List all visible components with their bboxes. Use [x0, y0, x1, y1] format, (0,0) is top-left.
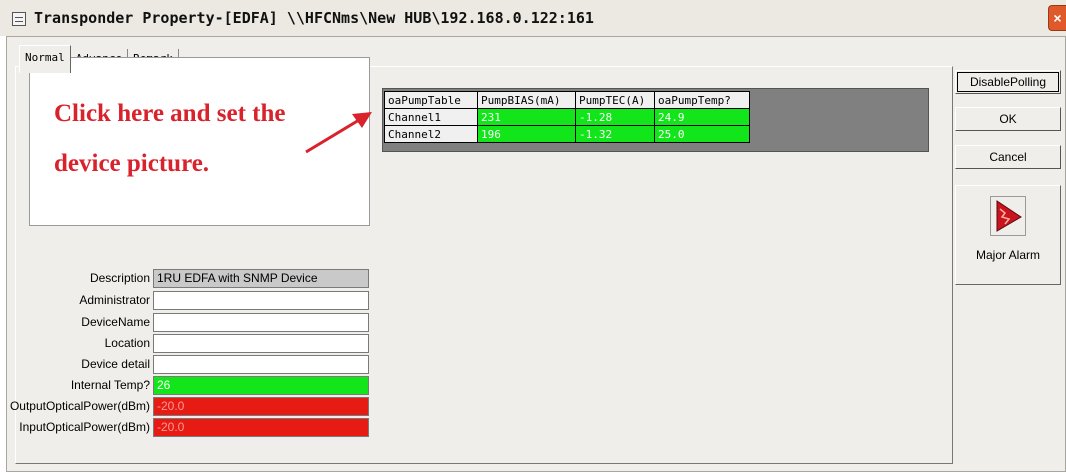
- prop-row-output-optical-power: OutputOpticalPower(dBm) -20.0: [0, 397, 370, 416]
- prop-row-devicename: DeviceName: [0, 313, 370, 332]
- description-field[interactable]: 1RU EDFA with SNMP Device: [153, 269, 369, 288]
- prop-row-input-optical-power: InputOpticalPower(dBm) -20.0: [0, 418, 370, 437]
- prop-row-internal-temp: Internal Temp? 26: [0, 376, 370, 395]
- devicename-label: DeviceName: [81, 315, 150, 329]
- row-header-cell[interactable]: Channel2: [384, 125, 478, 143]
- device-detail-field[interactable]: [153, 355, 369, 374]
- header-cell[interactable]: PumpTEC(A): [575, 91, 655, 109]
- temp-cell[interactable]: 25.0: [654, 125, 750, 143]
- prop-row-administrator: Administrator: [0, 291, 370, 310]
- output-optical-power-label: OutputOpticalPower(dBm): [9, 399, 150, 413]
- header-cell[interactable]: oaPumpTemp?: [654, 91, 750, 109]
- prop-row-device-detail: Device detail: [0, 355, 370, 374]
- devicename-field[interactable]: [153, 313, 369, 332]
- administrator-label: Administrator: [79, 293, 150, 307]
- table-row[interactable]: Channel2 196 -1.32 25.0: [384, 125, 750, 143]
- input-optical-power-field: -20.0: [153, 418, 369, 437]
- tec-cell[interactable]: -1.28: [575, 108, 655, 126]
- temp-cell[interactable]: 24.9: [654, 108, 750, 126]
- ok-button[interactable]: OK: [955, 107, 1061, 131]
- table-header-row: oaPumpTable PumpBIAS(mA) PumpTEC(A) oaPu…: [384, 91, 750, 109]
- window-title: Transponder Property-[EDFA] \\HFCNms\New…: [34, 9, 594, 27]
- row-header-cell[interactable]: Channel1: [384, 108, 478, 126]
- alarm-label: Major Alarm: [975, 248, 1040, 262]
- prop-row-description: Description 1RU EDFA with SNMP Device: [0, 269, 370, 288]
- window-icon: [12, 12, 26, 26]
- major-alarm-icon[interactable]: [990, 196, 1026, 236]
- administrator-field[interactable]: [153, 291, 369, 310]
- prop-row-location: Location: [0, 334, 370, 353]
- bias-cell[interactable]: 231: [477, 108, 576, 126]
- tec-cell[interactable]: -1.32: [575, 125, 655, 143]
- header-cell[interactable]: PumpBIAS(mA): [477, 91, 576, 109]
- header-cell[interactable]: oaPumpTable: [384, 91, 478, 109]
- pump-table-panel: oaPumpTable PumpBIAS(mA) PumpTEC(A) oaPu…: [382, 88, 929, 152]
- output-optical-power-field: -20.0: [153, 397, 369, 416]
- internal-temp-field: 26: [153, 376, 369, 395]
- close-button[interactable]: ×: [1048, 5, 1066, 31]
- alarm-status-panel: Major Alarm: [955, 185, 1061, 285]
- alarm-triangle-icon: [996, 200, 1022, 232]
- input-optical-power-label: InputOpticalPower(dBm): [19, 420, 150, 434]
- table-row[interactable]: Channel1 231 -1.28 24.9: [384, 108, 750, 126]
- picture-hint-line1: Click here and set the: [54, 100, 286, 127]
- device-detail-label: Device detail: [81, 357, 150, 371]
- description-label: Description: [89, 271, 150, 285]
- bias-cell[interactable]: 196: [477, 125, 576, 143]
- picture-hint-line2: device picture.: [54, 150, 210, 177]
- cancel-button[interactable]: Cancel: [955, 145, 1061, 169]
- location-field[interactable]: [153, 334, 369, 353]
- title-bar: Transponder Property-[EDFA] \\HFCNms\New…: [0, 0, 1066, 36]
- device-picture[interactable]: Click here and set the device picture.: [29, 57, 370, 226]
- location-label: Location: [104, 336, 150, 350]
- disable-polling-button[interactable]: DisablePolling: [955, 70, 1061, 94]
- pump-table: oaPumpTable PumpBIAS(mA) PumpTEC(A) oaPu…: [384, 91, 750, 143]
- tab-normal[interactable]: Normal: [19, 45, 71, 73]
- internal-temp-label: Internal Temp?: [70, 378, 150, 392]
